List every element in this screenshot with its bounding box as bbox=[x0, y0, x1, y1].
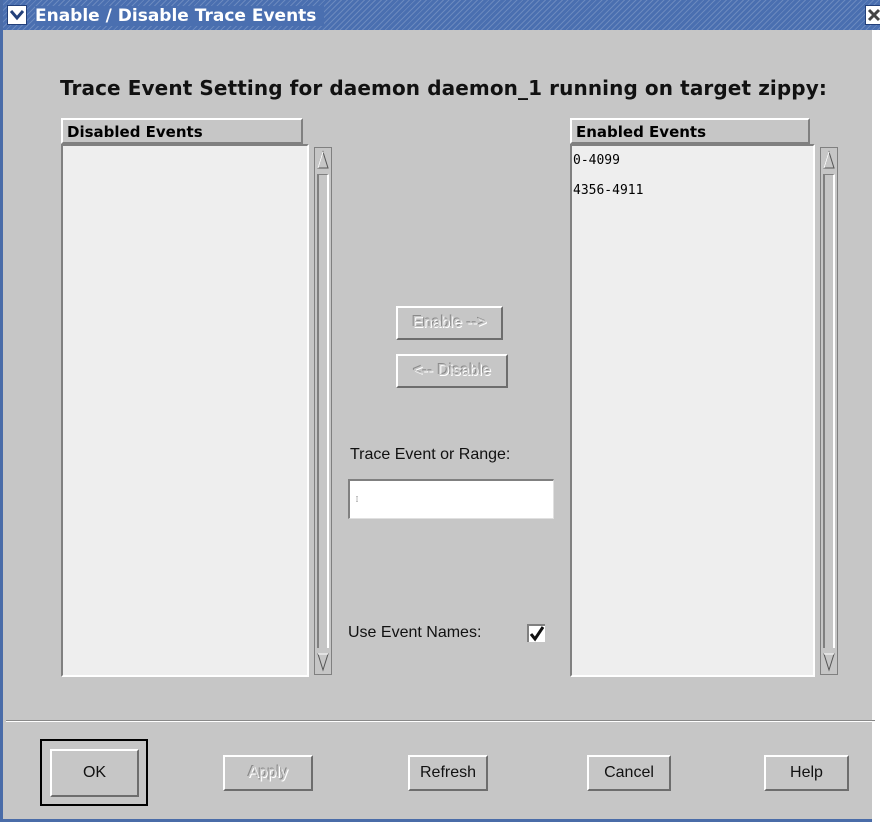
window-title: Enable / Disable Trace Events bbox=[35, 6, 325, 26]
list-item[interactable]: 4356-4911 bbox=[572, 176, 813, 206]
scroll-up-arrow-icon[interactable] bbox=[316, 150, 330, 170]
enabled-events-header: Enabled Events bbox=[570, 118, 810, 144]
use-event-names-checkbox[interactable] bbox=[527, 624, 545, 642]
close-icon bbox=[867, 8, 880, 22]
window-menu-button[interactable] bbox=[7, 5, 27, 25]
range-input[interactable] bbox=[348, 479, 554, 519]
enable-button[interactable]: Enable --> bbox=[396, 306, 503, 340]
range-label: Trace Event or Range: bbox=[350, 446, 511, 463]
scroll-track[interactable] bbox=[317, 174, 329, 648]
checkmark-icon bbox=[529, 626, 545, 642]
enabled-events-list[interactable]: 0-4099 4356-4911 bbox=[570, 144, 815, 677]
scroll-down-arrow-icon[interactable] bbox=[316, 652, 330, 672]
refresh-button[interactable]: Refresh bbox=[408, 755, 488, 791]
cancel-button[interactable]: Cancel bbox=[587, 755, 671, 791]
disabled-list-scrollbar[interactable] bbox=[314, 147, 332, 675]
scroll-down-arrow-icon[interactable] bbox=[822, 652, 836, 672]
ok-button[interactable]: OK bbox=[50, 749, 139, 797]
chevron-down-icon bbox=[10, 10, 24, 21]
dialog-window: Enable / Disable Trace Events Trace Even… bbox=[0, 0, 880, 822]
use-event-names-label: Use Event Names: bbox=[348, 624, 482, 641]
list-item[interactable]: 0-4099 bbox=[572, 146, 813, 176]
close-button[interactable] bbox=[865, 5, 880, 25]
title-bar[interactable]: Enable / Disable Trace Events bbox=[3, 0, 880, 30]
enabled-list-scrollbar[interactable] bbox=[820, 147, 838, 675]
help-button[interactable]: Help bbox=[764, 755, 849, 791]
text-cursor-icon bbox=[356, 496, 358, 502]
scroll-up-arrow-icon[interactable] bbox=[822, 150, 836, 170]
page-heading: Trace Event Setting for daemon daemon_1 … bbox=[60, 76, 827, 100]
disabled-events-list[interactable] bbox=[61, 144, 309, 677]
apply-button[interactable]: Apply bbox=[223, 755, 313, 791]
disabled-events-header: Disabled Events bbox=[61, 118, 303, 144]
scroll-track[interactable] bbox=[823, 174, 835, 648]
disable-button[interactable]: <-- Disable bbox=[396, 354, 508, 388]
divider bbox=[6, 720, 875, 722]
